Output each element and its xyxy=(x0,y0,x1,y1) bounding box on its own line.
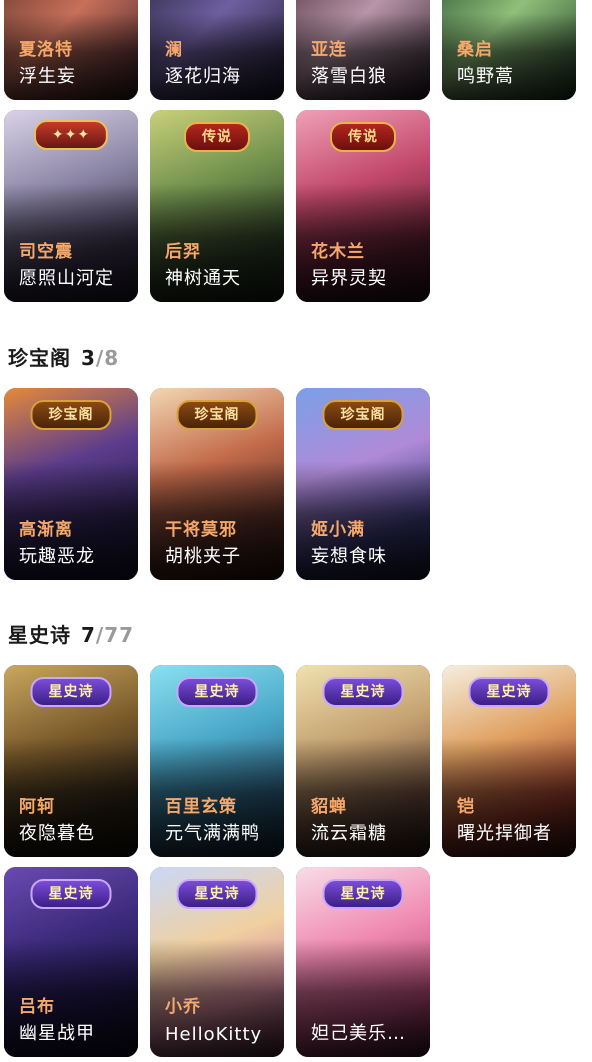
hero-name: 澜 xyxy=(165,40,183,60)
skin-name: 夜隐暮色 xyxy=(19,823,95,844)
skin-name: 元气满满鸭 xyxy=(165,823,260,844)
hero-name: 阿轲 xyxy=(19,797,55,817)
treasure-badge: 珍宝阁 xyxy=(176,400,258,430)
skin-name: 愿照山河定 xyxy=(19,268,114,289)
total-count: /8 xyxy=(95,346,120,370)
legend-badge: 传说 xyxy=(330,122,396,152)
epic-badge: 星史诗 xyxy=(322,677,404,707)
skin-card[interactable]: 桑启 鸣野蒿 xyxy=(442,0,576,100)
skin-name: 玩趣恶龙 xyxy=(19,546,95,567)
epic-badge: 星史诗 xyxy=(322,879,404,909)
skin-card[interactable]: 传说 花木兰 异界灵契 xyxy=(296,110,430,302)
skin-card[interactable]: 亚连 落雪白狼 xyxy=(296,0,430,100)
epic-badge: 星史诗 xyxy=(176,879,258,909)
skin-name: 曙光捍御者 xyxy=(457,823,552,844)
skin-card[interactable]: 传说 后羿 神树通天 xyxy=(150,110,284,302)
skin-name: 妲己美乐蒂… xyxy=(311,1023,422,1044)
hero-name: 百里玄策 xyxy=(165,797,237,817)
skin-card[interactable]: 星史诗 小乔 HelloKitty xyxy=(150,867,284,1057)
skin-card[interactable]: 夏洛特 浮生妄 xyxy=(4,0,138,100)
skin-name: HelloKitty xyxy=(165,1024,263,1045)
skin-card[interactable]: 珍宝阁 干将莫邪 胡桃夹子 xyxy=(150,388,284,580)
total-count: /77 xyxy=(95,623,135,647)
hero-name: 司空震 xyxy=(19,242,73,262)
treasure-badge: 珍宝阁 xyxy=(30,400,112,430)
skin-card[interactable]: 星史诗 阿轲 夜隐暮色 xyxy=(4,665,138,857)
skin-name: 神树通天 xyxy=(165,268,241,289)
hero-name: 花木兰 xyxy=(311,242,365,262)
skin-card[interactable]: 星史诗 铠 曙光捍御者 xyxy=(442,665,576,857)
skin-card[interactable]: 星史诗 貂蝉 流云霜糖 xyxy=(296,665,430,857)
skin-name: 落雪白狼 xyxy=(311,66,387,87)
skin-card[interactable]: ✦✦✦ 司空震 愿照山河定 xyxy=(4,110,138,302)
hero-name: 干将莫邪 xyxy=(165,520,237,540)
skin-name: 妄想食味 xyxy=(311,546,387,567)
section-title-treasure: 珍宝阁 3/8 xyxy=(8,346,120,370)
epic-badge: 星史诗 xyxy=(30,677,112,707)
hero-name: 亚连 xyxy=(311,40,347,60)
hero-name: 铠 xyxy=(457,797,475,817)
section-title-epic: 星史诗 7/77 xyxy=(8,623,135,647)
hero-name: 高渐离 xyxy=(19,520,73,540)
hero-name: 貂蝉 xyxy=(311,797,347,817)
hero-name: 后羿 xyxy=(165,242,201,262)
skin-name: 幽星战甲 xyxy=(19,1023,95,1044)
skin-card[interactable]: 星史诗 吕布 幽星战甲 xyxy=(4,867,138,1057)
treasure-badge: 珍宝阁 xyxy=(322,400,404,430)
owned-count: 3 xyxy=(81,346,96,370)
skin-card[interactable]: 珍宝阁 高渐离 玩趣恶龙 xyxy=(4,388,138,580)
hero-name: 桑启 xyxy=(457,40,493,60)
skin-card[interactable]: 星史诗 百里玄策 元气满满鸭 xyxy=(150,665,284,857)
skin-name: 异界灵契 xyxy=(311,268,387,289)
epic-badge: 星史诗 xyxy=(176,677,258,707)
hero-name: 夏洛特 xyxy=(19,40,73,60)
hero-name: 吕布 xyxy=(19,997,55,1017)
epic-badge: 星史诗 xyxy=(468,677,550,707)
skin-card[interactable]: 珍宝阁 姬小满 妄想食味 xyxy=(296,388,430,580)
owned-count: 7 xyxy=(81,623,96,647)
epic-badge: 星史诗 xyxy=(30,879,112,909)
legend-badge: 传说 xyxy=(184,122,250,152)
skin-name: 流云霜糖 xyxy=(311,823,387,844)
special-badge-icon: ✦✦✦ xyxy=(33,120,109,150)
skin-card[interactable]: 澜 逐花归海 xyxy=(150,0,284,100)
hero-name: 姬小满 xyxy=(311,520,365,540)
skin-name: 鸣野蒿 xyxy=(457,66,514,87)
skin-name: 逐花归海 xyxy=(165,66,241,87)
skin-card[interactable]: 星史诗 妲己美乐蒂… xyxy=(296,867,430,1057)
skin-name: 浮生妄 xyxy=(19,66,76,87)
hero-name: 小乔 xyxy=(165,997,201,1017)
skin-name: 胡桃夹子 xyxy=(165,546,241,567)
